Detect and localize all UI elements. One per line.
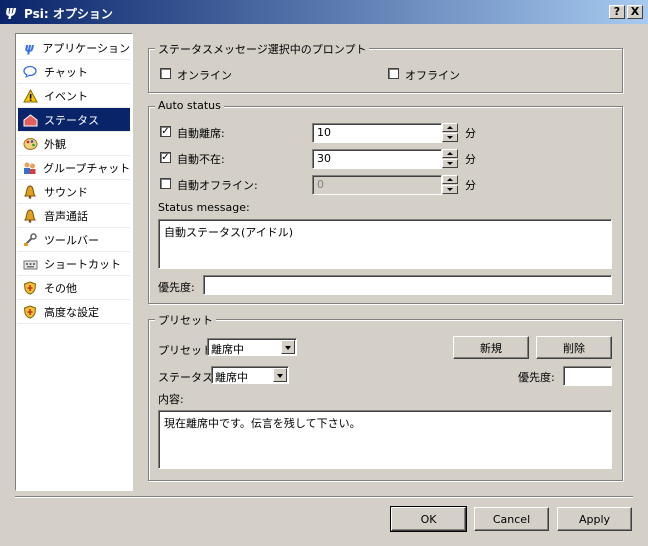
sidebar-item-toolbar[interactable]: ツールバー bbox=[18, 228, 130, 252]
apply-button[interactable]: Apply bbox=[557, 507, 632, 531]
sidebar-item-application[interactable]: ψ アプリケーション bbox=[18, 36, 130, 60]
preset-combo-value: 離席中 bbox=[211, 343, 244, 356]
sidebar-item-voice[interactable]: 音声通話 bbox=[18, 204, 130, 228]
auto-offline-checkbox[interactable] bbox=[160, 178, 171, 189]
preset-status-value: 離席中 bbox=[215, 371, 248, 384]
auto-na-spin-down[interactable] bbox=[442, 159, 458, 168]
preset-priority-label: 優先度: bbox=[518, 371, 555, 384]
preset-status-label: ステータス: bbox=[158, 371, 217, 384]
new-preset-button[interactable]: 新規 bbox=[453, 336, 529, 359]
offline-label: オフライン bbox=[405, 69, 460, 82]
title-bar: ψ Psi: オプション ? X bbox=[0, 0, 648, 24]
bell-icon bbox=[22, 184, 38, 200]
sidebar-item-appearance[interactable]: 外観 bbox=[18, 132, 130, 156]
auto-na-checkbox[interactable]: ✓ bbox=[160, 152, 171, 163]
preset-content-label: 内容: bbox=[158, 393, 184, 406]
auto-offline-spin-down bbox=[442, 185, 458, 194]
close-button[interactable]: X bbox=[627, 5, 643, 19]
auto-offline-spin-up bbox=[442, 175, 458, 184]
auto-priority-input[interactable] bbox=[203, 275, 612, 295]
group-icon bbox=[22, 160, 37, 176]
sidebar-item-chat[interactable]: チャット bbox=[18, 60, 130, 84]
preset-priority-input[interactable] bbox=[563, 366, 612, 386]
sidebar-item-advanced[interactable]: 高度な設定 bbox=[18, 300, 130, 324]
preset-content-textarea[interactable]: 現在離席中です。伝言を残して下さい。 bbox=[158, 410, 612, 469]
cancel-button[interactable]: Cancel bbox=[474, 507, 549, 531]
auto-status-title: Auto status bbox=[155, 99, 224, 112]
auto-offline-unit: 分 bbox=[465, 179, 476, 192]
status-icon bbox=[22, 112, 38, 128]
chevron-down-icon[interactable] bbox=[273, 368, 287, 382]
auto-na-unit: 分 bbox=[465, 153, 476, 166]
sidebar-item-groupchat[interactable]: グループチャット bbox=[18, 156, 130, 180]
sidebar-item-sound[interactable]: サウンド bbox=[18, 180, 130, 204]
shield-icon bbox=[22, 304, 38, 320]
help-button[interactable]: ? bbox=[609, 5, 625, 19]
category-list[interactable]: ψ アプリケーション チャット イベント ステータス 外観 グループチャット サ… bbox=[15, 33, 133, 491]
palette-icon bbox=[22, 136, 38, 152]
sidebar-item-shortcuts[interactable]: ショートカット bbox=[18, 252, 130, 276]
offline-checkbox[interactable] bbox=[388, 68, 399, 79]
auto-na-spin-up[interactable] bbox=[442, 149, 458, 158]
keyboard-icon bbox=[22, 256, 38, 272]
sidebar-item-label: チャット bbox=[44, 65, 88, 79]
online-checkbox[interactable] bbox=[160, 68, 171, 79]
auto-away-input[interactable]: 10 bbox=[312, 123, 442, 143]
sidebar-item-label: アプリケーション bbox=[42, 41, 130, 55]
auto-priority-label: 優先度: bbox=[158, 281, 195, 294]
sidebar-item-label: 外観 bbox=[44, 137, 66, 151]
auto-away-spin-up[interactable] bbox=[442, 123, 458, 132]
window-title: Psi: オプション bbox=[24, 7, 113, 21]
sidebar-item-label: サウンド bbox=[44, 185, 88, 199]
status-message-textarea[interactable]: 自動ステータス(アイドル) bbox=[158, 219, 612, 269]
auto-na-label: 自動不在: bbox=[177, 153, 225, 166]
sidebar-item-label: 高度な設定 bbox=[44, 305, 99, 319]
status-message-label: Status message: bbox=[158, 201, 250, 214]
warning-icon bbox=[22, 88, 38, 104]
delete-preset-button[interactable]: 削除 bbox=[536, 336, 612, 359]
bell-icon bbox=[22, 208, 38, 224]
sidebar-item-label: グループチャット bbox=[43, 161, 131, 175]
psi-logo-icon: ψ bbox=[24, 40, 34, 55]
sidebar-item-misc[interactable]: その他 bbox=[18, 276, 130, 300]
sidebar-item-label: ツールバー bbox=[44, 233, 99, 247]
online-label: オンライン bbox=[177, 69, 232, 82]
sidebar-item-events[interactable]: イベント bbox=[18, 84, 130, 108]
preset-combo[interactable]: 離席中 bbox=[207, 338, 297, 356]
toolbar-icon bbox=[22, 232, 38, 248]
speech-bubble-icon bbox=[22, 64, 38, 80]
auto-away-checkbox[interactable]: ✓ bbox=[160, 126, 171, 137]
sidebar-item-label: ステータス bbox=[44, 113, 99, 127]
auto-away-unit: 分 bbox=[465, 127, 476, 140]
psi-logo-icon: ψ bbox=[5, 4, 17, 20]
sidebar-item-status[interactable]: ステータス bbox=[18, 108, 130, 132]
auto-away-spin-down[interactable] bbox=[442, 133, 458, 142]
footer-separator bbox=[15, 496, 633, 498]
preset-status-combo[interactable]: 離席中 bbox=[211, 366, 289, 384]
presets-title: プリセット bbox=[155, 312, 216, 328]
sidebar-item-label: イベント bbox=[44, 89, 88, 103]
ok-button[interactable]: OK bbox=[390, 506, 467, 532]
chevron-down-icon[interactable] bbox=[281, 340, 295, 354]
auto-offline-label: 自動オフライン: bbox=[177, 179, 258, 192]
sidebar-item-label: 音声通話 bbox=[44, 209, 88, 223]
auto-away-label: 自動離席: bbox=[177, 127, 225, 140]
auto-na-input[interactable]: 30 bbox=[312, 149, 442, 169]
sidebar-item-label: その他 bbox=[44, 281, 77, 295]
auto-offline-input: 0 bbox=[312, 175, 442, 195]
prompt-group-title: ステータスメッセージ選択中のプロンプト bbox=[155, 41, 370, 57]
sidebar-item-label: ショートカット bbox=[44, 257, 121, 271]
shield-icon bbox=[22, 280, 38, 296]
